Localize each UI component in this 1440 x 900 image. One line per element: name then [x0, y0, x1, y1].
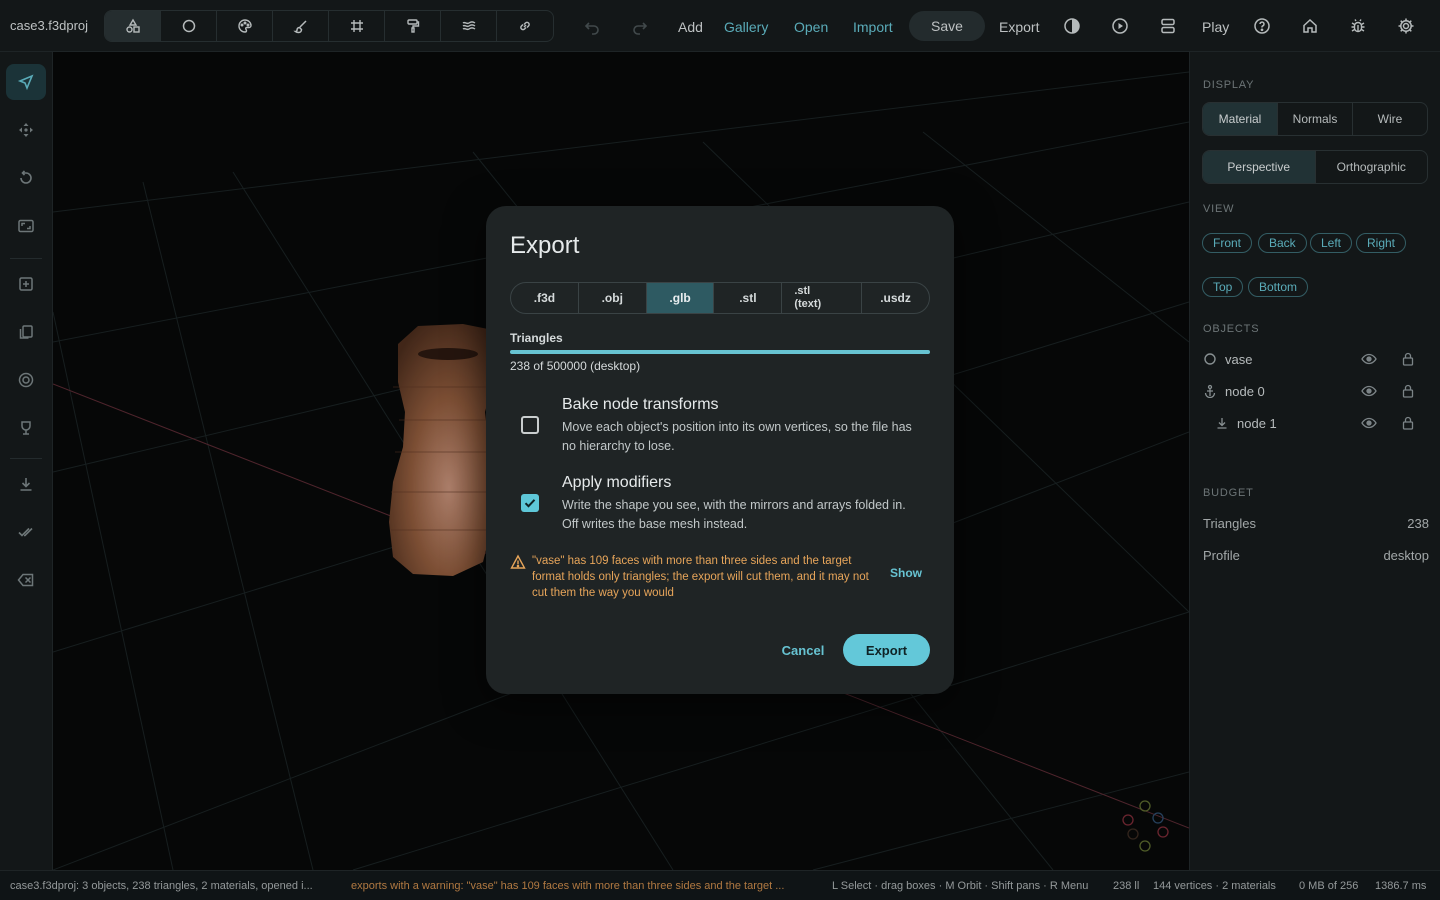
show-warning-link[interactable]: Show: [890, 566, 922, 580]
apply-modifiers-description: Write the shape you see, with the mirror…: [562, 498, 906, 531]
bake-transforms-title: Bake node transforms: [562, 396, 719, 413]
format-f3d-option[interactable]: .f3d: [511, 283, 579, 313]
warning-icon: [510, 554, 526, 569]
dialog-title: Export: [510, 232, 580, 259]
triangle-budget-bar: [510, 350, 930, 354]
apply-modifiers-checkbox[interactable]: [521, 494, 539, 512]
format-usdz-option[interactable]: .usdz: [862, 283, 929, 313]
triangle-budget-fill: [510, 350, 930, 354]
export-warning-text: "vase" has 109 faces with more than thre…: [532, 555, 869, 599]
apply-modifiers-title: Apply modifiers: [562, 474, 672, 491]
export-dialog: Export .f3d .obj .glb .stl .stl (text) .…: [486, 206, 954, 694]
format-stl-option[interactable]: .stl: [714, 283, 783, 313]
triangles-label: Triangles: [510, 331, 563, 345]
confirm-export-button[interactable]: Export: [843, 634, 930, 666]
bake-transforms-checkbox[interactable]: [521, 416, 539, 434]
format-stl-text-option[interactable]: .stl (text): [782, 283, 863, 313]
format-obj-option[interactable]: .obj: [579, 283, 647, 313]
triangles-count: 238 of 500000 (desktop): [510, 359, 641, 373]
format-selector: .f3d .obj .glb .stl .stl (text) .usdz: [510, 282, 930, 314]
cancel-button[interactable]: Cancel: [776, 636, 830, 664]
check-icon: [524, 499, 536, 508]
format-glb-option[interactable]: .glb: [646, 283, 715, 313]
bake-transforms-description: Move each object's position into its own…: [562, 420, 912, 453]
